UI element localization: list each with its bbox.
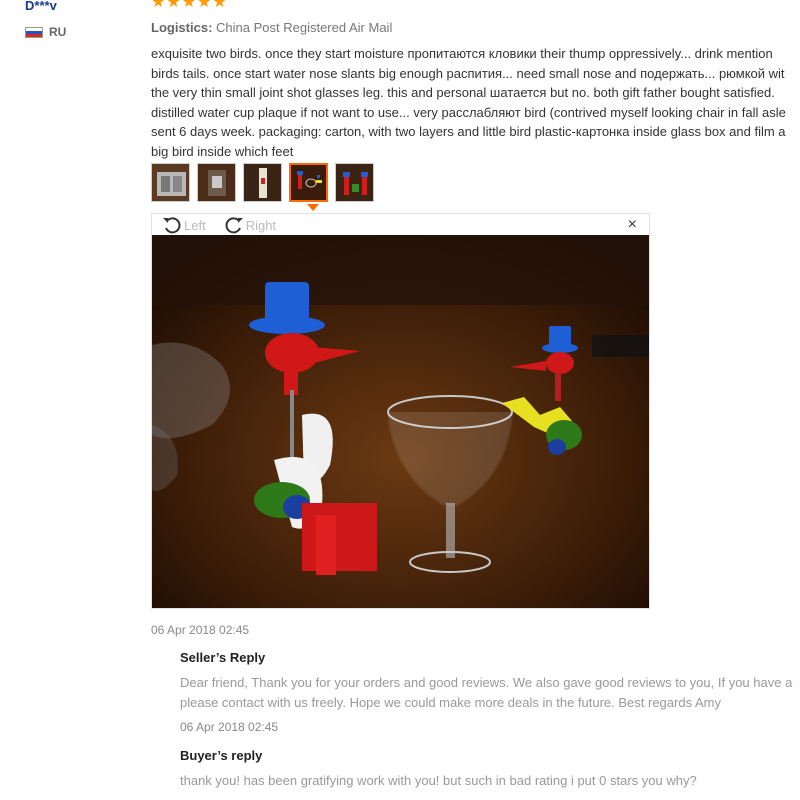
buyer-reply-text: thank you! has been gratifying work with…	[180, 771, 697, 791]
seller-reply-line: please contact with us freely. Hope we c…	[180, 694, 721, 710]
review-text-line: the very thin small joint shot glasses l…	[151, 85, 775, 100]
review-text-line: big bird inside which feet	[151, 143, 294, 159]
buyer-reply-line: thank you! has been gratifying work with…	[180, 773, 697, 788]
review-text-line: birds tails. once start water nose slant…	[151, 65, 785, 81]
seller-reply-title: Seller’s Reply	[180, 650, 266, 665]
review-text-line: sent 6 days week. packaging: carton, wit…	[151, 124, 786, 139]
review-photo	[152, 235, 649, 608]
seller-reply-text: Dear friend, Thank you for your orders a…	[180, 673, 792, 712]
seller-reply-date: 06 Apr 2018 02:45	[180, 720, 279, 734]
photo-thumbnail-5[interactable]	[335, 163, 374, 202]
logistics-info: Logistics: China Post Registered Air Mai…	[151, 20, 392, 35]
rotate-right-icon	[225, 217, 243, 234]
country-code: RU	[49, 25, 67, 39]
review-date: 06 Apr 2018 02:45	[151, 623, 250, 637]
review-text-line: distilled water cup plaque if not want t…	[151, 104, 786, 120]
photo-thumbnail-1[interactable]	[151, 163, 190, 202]
photo-thumbnail-2[interactable]	[197, 163, 236, 202]
rotate-left-icon	[163, 217, 181, 234]
photo-thumbnail-4[interactable]	[289, 163, 328, 202]
star-icon: ★	[181, 0, 197, 11]
rating-stars: ★ ★ ★ ★ ★	[151, 0, 227, 11]
rotate-left-label: Left	[184, 217, 206, 233]
rotate-right-label: Right	[245, 217, 277, 233]
photo-thumbnails	[151, 163, 374, 202]
russia-flag-icon	[25, 26, 43, 38]
seller-reply-line: Dear friend, Thank you for your orders a…	[180, 675, 793, 690]
rotate-left-button[interactable]: Left	[162, 215, 206, 235]
review-text: exquisite two birds. once they start moi…	[151, 44, 800, 161]
logistics-label: Logistics:	[151, 20, 213, 35]
review-text-line: exquisite two birds. once they start moi…	[151, 46, 773, 61]
photo-viewer-toolbar: Left Right ×	[152, 214, 649, 236]
photo-thumbnail-3[interactable]	[243, 163, 282, 202]
logistics-value: China Post Registered Air Mail	[216, 20, 393, 35]
photo-viewer: Left Right ×	[151, 213, 650, 609]
reviewer-country: RU	[25, 25, 66, 39]
rotate-right-button[interactable]: Right	[224, 215, 276, 235]
reviewer-name: D***v	[25, 0, 57, 13]
star-icon: ★	[166, 0, 181, 11]
active-thumbnail-indicator	[307, 204, 319, 211]
star-icon: ★	[151, 0, 166, 11]
buyer-reply-title: Buyer’s reply	[180, 748, 263, 763]
close-icon[interactable]: ×	[628, 217, 637, 233]
star-icon: ★	[212, 0, 227, 11]
star-icon: ★	[197, 0, 212, 11]
